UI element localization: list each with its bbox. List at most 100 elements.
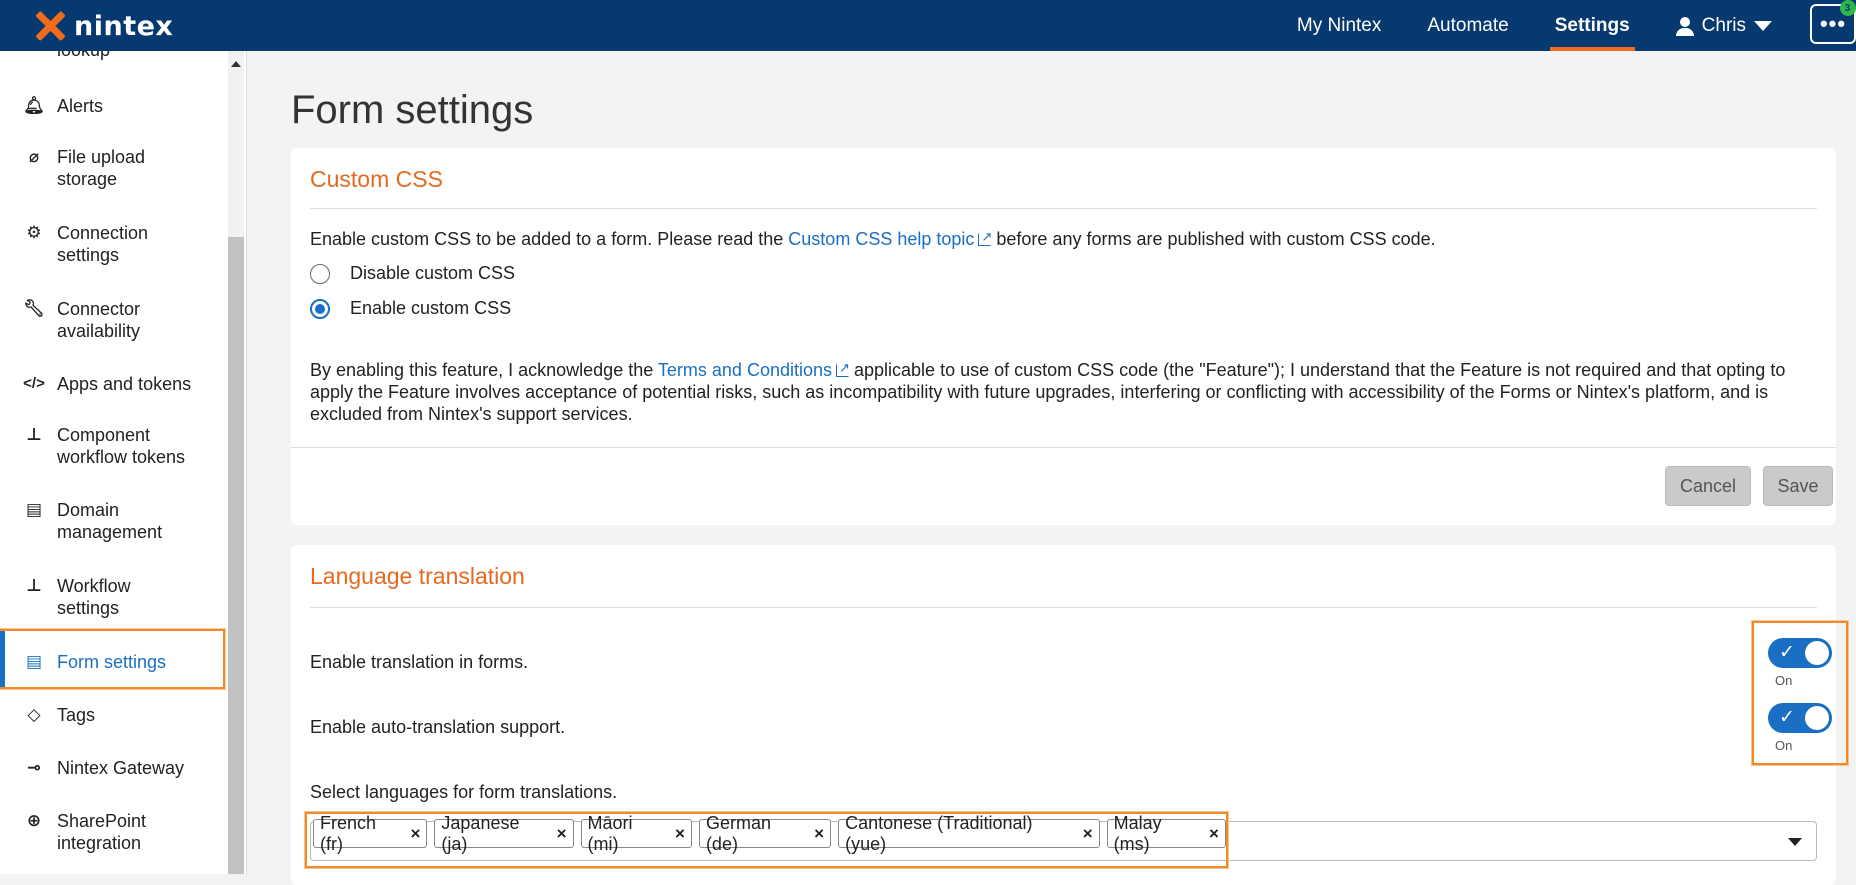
custom-css-title: Custom CSS: [310, 166, 443, 192]
external-link-icon: [836, 357, 850, 379]
sidebar-item-label: Tags: [57, 705, 96, 725]
divider: [291, 447, 1836, 448]
sidebar-item-domain-management[interactable]: ▤ Domain management: [0, 499, 224, 543]
external-link-icon: [978, 226, 992, 248]
more-options-button[interactable]: ••• 3: [1810, 0, 1856, 44]
sidebar-item-label: Form settings: [57, 652, 167, 672]
nintex-x-icon: [34, 10, 66, 42]
radio-label: Disable custom CSS: [350, 263, 516, 283]
divider: [310, 208, 1817, 209]
check-icon: ✓: [1779, 707, 1795, 728]
auto-translation-toggle[interactable]: ✓: [1768, 703, 1832, 733]
sidebar-item-lookup[interactable]: lookup: [0, 51, 224, 61]
sidebar-item-nintex-gateway[interactable]: ⊸ Nintex Gateway: [0, 757, 224, 779]
enable-translation-toggle[interactable]: ✓: [1768, 638, 1832, 668]
sidebar-item-sharepoint-integration[interactable]: ⊕ SharePoint integration: [0, 810, 224, 854]
sidebar-item-connector-availability[interactable]: 🔧︎ Connector availability: [0, 298, 224, 342]
nav-settings[interactable]: Settings: [1549, 0, 1635, 51]
enable-translation-state: On: [1775, 673, 1793, 688]
radio-label: Enable custom CSS: [350, 298, 512, 318]
label-line: settings: [57, 245, 120, 265]
sidebar-item-apps-and-tokens[interactable]: </> Apps and tokens: [0, 373, 224, 395]
form-settings-icon: ▤: [25, 652, 43, 671]
save-button[interactable]: Save: [1763, 466, 1833, 506]
sidebar-item-connection-settings[interactable]: ⚙ Connection settings: [0, 222, 224, 266]
sidebar-item-label: Connection settings: [57, 222, 148, 266]
sidebar-item-file-upload-storage[interactable]: ⌀ File upload storage: [0, 146, 224, 190]
label-line: Connection: [57, 223, 149, 243]
user-name: Chris: [1701, 14, 1746, 36]
remove-tag-icon[interactable]: ×: [410, 824, 420, 844]
remove-tag-icon[interactable]: ×: [1083, 824, 1093, 844]
sidebar-item-alerts[interactable]: 🔔︎ Alerts: [0, 95, 224, 117]
domain-settings-icon: ▤: [25, 500, 43, 519]
top-navigation-bar: nintex My Nintex Automate Settings Chris…: [0, 0, 1856, 51]
code-icon: </>: [23, 375, 45, 392]
remove-tag-icon[interactable]: ×: [675, 824, 685, 844]
label-line: availability: [57, 321, 141, 341]
disable-custom-css-option[interactable]: Disable custom CSS: [310, 263, 515, 284]
language-tag: Māori (mi) ×: [580, 813, 692, 854]
language-tag: Japanese (ja) ×: [434, 813, 574, 854]
remove-tag-icon[interactable]: ×: [1209, 824, 1219, 844]
brand-name: nintex: [74, 10, 174, 42]
selected-language-tags: French (fr) × Japanese (ja) × Māori (mi) × …: [313, 813, 1226, 854]
label-line: SharePoint: [57, 811, 147, 831]
custom-css-card: Custom CSS Enable custom CSS to be added…: [291, 148, 1836, 525]
toggle-knob: [1805, 641, 1829, 665]
remove-tag-icon[interactable]: ×: [557, 824, 567, 844]
nintex-logo[interactable]: nintex: [34, 6, 173, 46]
intro-text: before any forms are published with cust…: [991, 229, 1436, 249]
terms-and-conditions-link[interactable]: Terms and Conditions: [658, 357, 850, 380]
enable-custom-css-option[interactable]: Enable custom CSS: [310, 298, 511, 319]
label-line: Component: [57, 425, 151, 445]
workflow-icon: ⊥: [26, 576, 42, 595]
scroll-up-arrow-icon[interactable]: [231, 61, 241, 67]
label-line: settings: [57, 598, 120, 618]
user-menu[interactable]: Chris: [1675, 14, 1772, 37]
terms-text: By enabling this feature, I acknowledge …: [310, 360, 658, 380]
intro-text: Enable custom CSS to be added to a form.…: [310, 229, 789, 249]
tag-label: German (de): [705, 812, 771, 854]
nav-my-nintex[interactable]: My Nintex: [1297, 0, 1381, 51]
auto-translation-label: Enable auto-translation support.: [310, 717, 566, 737]
cancel-button[interactable]: Cancel: [1665, 466, 1751, 506]
disable-custom-css-radio[interactable]: [310, 263, 330, 284]
auto-translation-state: On: [1775, 738, 1793, 753]
chevron-down-icon[interactable]: [1788, 838, 1802, 846]
sidebar-item-label: Workflow settings: [57, 575, 131, 619]
sidebar-item-label: Nintex Gateway: [57, 758, 185, 778]
label-line: File upload: [57, 147, 146, 167]
label-line: Connector: [57, 299, 141, 319]
page-title: Form settings: [291, 88, 534, 132]
language-tag: French (fr) ×: [313, 813, 428, 854]
enable-custom-css-radio[interactable]: [310, 298, 330, 319]
label-line: Domain: [57, 500, 120, 520]
language-translation-title: Language translation: [310, 563, 525, 589]
custom-css-intro: Enable custom CSS to be added to a form.…: [310, 226, 1436, 250]
sidebar-scrollbar-thumb[interactable]: [228, 237, 244, 874]
language-tag: Malay (ms) ×: [1106, 813, 1226, 854]
sidebar-item-form-settings[interactable]: ▤ Form settings: [0, 651, 224, 673]
divider: [310, 607, 1817, 608]
sidebar-item-workflow-settings[interactable]: ⊥ Workflow settings: [0, 575, 224, 619]
enable-translation-label: Enable translation in forms.: [310, 652, 529, 672]
sidebar-item-label: Alerts: [57, 96, 104, 116]
tag-label: Malay (ms): [1113, 812, 1162, 854]
sidebar-item-label: Component workflow tokens: [57, 424, 185, 468]
chevron-down-icon: [1754, 20, 1772, 31]
remove-tag-icon[interactable]: ×: [814, 824, 824, 844]
nav-automate[interactable]: Automate: [1427, 0, 1508, 51]
wrench-icon: 🔧︎: [23, 299, 45, 318]
custom-css-help-link[interactable]: Custom CSS help topic: [788, 226, 992, 249]
sidebar-item-label: lookup: [57, 51, 110, 61]
label-line: workflow tokens: [57, 447, 186, 467]
label-line: Workflow: [57, 576, 131, 596]
tag-label: Māori (mi): [587, 812, 633, 854]
settings-sidebar: lookup 🔔︎ Alerts ⌀ File upload storage ⚙…: [0, 51, 247, 874]
bell-icon: 🔔︎: [23, 96, 45, 115]
sidebar-item-component-workflow-tokens[interactable]: ⊥ Component workflow tokens: [0, 424, 224, 468]
sidebar-item-tags[interactable]: ◇ Tags: [0, 704, 224, 726]
sharepoint-icon: ⊕: [26, 811, 42, 830]
user-icon: [1675, 16, 1694, 36]
